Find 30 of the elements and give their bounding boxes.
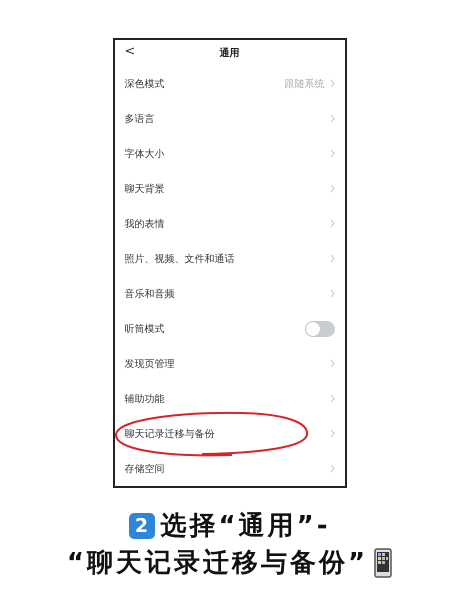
settings-row[interactable]: 辅助功能 bbox=[114, 381, 344, 416]
settings-row[interactable]: 字体大小 bbox=[114, 136, 344, 171]
settings-row[interactable]: 聊天记录迁移与备份 bbox=[114, 416, 344, 451]
settings-row[interactable]: 照片、视频、文件和通话 bbox=[114, 241, 344, 276]
chevron-icon bbox=[330, 219, 334, 228]
toggle-switch[interactable] bbox=[304, 320, 334, 336]
screen-title: 通用 bbox=[220, 46, 240, 60]
settings-row[interactable]: 存储空间 bbox=[114, 451, 344, 486]
chevron-icon bbox=[330, 464, 334, 473]
settings-row[interactable]: 多语言 bbox=[114, 101, 344, 136]
chevron-icon bbox=[330, 359, 334, 368]
back-button[interactable]: < bbox=[124, 44, 136, 59]
chevron-icon bbox=[330, 184, 334, 193]
caption-text: “聊天记录迁移与备份” bbox=[66, 547, 368, 580]
settings-row[interactable]: 发现页管理 bbox=[114, 346, 344, 381]
settings-row[interactable]: 聊天背景 bbox=[114, 171, 344, 206]
chevron-icon bbox=[330, 429, 334, 438]
chevron-icon bbox=[330, 394, 334, 403]
chevron-icon bbox=[330, 254, 334, 263]
chevron-icon bbox=[330, 149, 334, 158]
step-number: 2 bbox=[128, 512, 155, 538]
settings-row[interactable]: 深色模式 跟随系统 bbox=[114, 66, 344, 101]
chevron-icon bbox=[330, 289, 334, 298]
caption-text: 选择“通用”- bbox=[160, 510, 330, 543]
phone-icon bbox=[374, 548, 392, 578]
chevron-icon bbox=[330, 114, 334, 123]
settings-row[interactable]: 听筒模式 bbox=[114, 311, 344, 346]
chevron-icon bbox=[330, 79, 334, 88]
settings-row[interactable]: 音乐和音频 bbox=[114, 276, 344, 311]
settings-row[interactable]: 我的表情 bbox=[114, 206, 344, 241]
